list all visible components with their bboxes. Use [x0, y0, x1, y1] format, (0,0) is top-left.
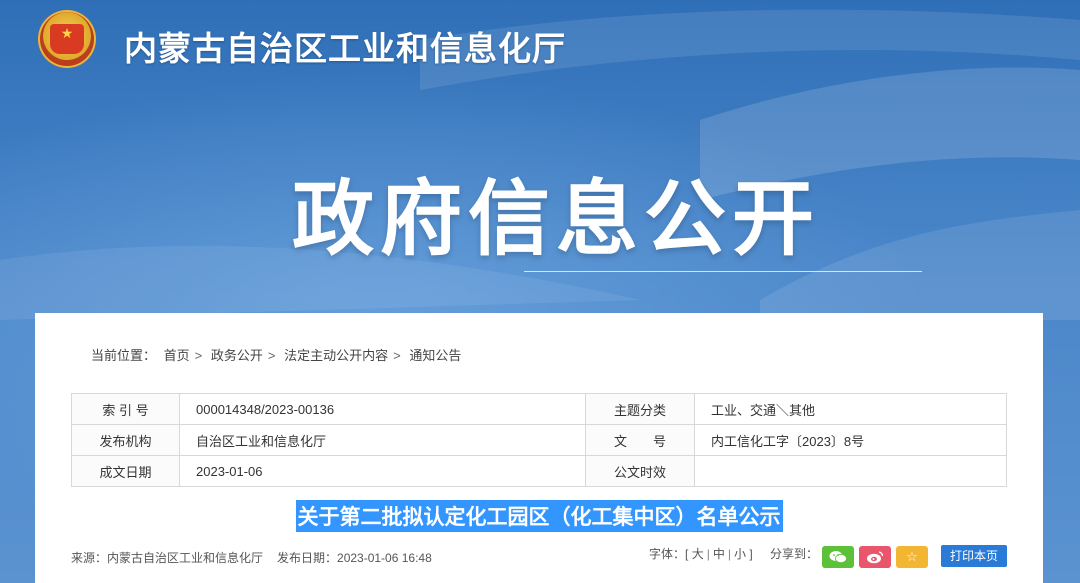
document-title-container: 关于第二批拟认定化工园区（化工集中区）名单公示 [35, 500, 1043, 532]
table-row: 索 引 号 000014348/2023-00136 主题分类 工业、交通＼其他 [71, 393, 1007, 425]
breadcrumb: 当前位置： 首页 > 政务公开 > 法定主动公开内容 > 通知公告 [91, 345, 465, 364]
font-size-separator: | [706, 546, 710, 561]
print-button[interactable]: 打印本页 [941, 545, 1007, 567]
font-size-separator: | [727, 546, 731, 561]
font-size-label: 字体：[ [649, 547, 689, 561]
table-row: 成文日期 2023-01-06 公文时效 [71, 455, 1007, 487]
article-meta: 来源：内蒙古自治区工业和信息化厅 发布日期：2023-01-06 16:48 [71, 549, 432, 566]
font-size-medium-button[interactable]: 中 [713, 545, 725, 562]
breadcrumb-separator: > [267, 348, 276, 363]
hero-divider [524, 271, 922, 272]
meta-value-date: 2023-01-06 [179, 455, 586, 487]
font-size-small-button[interactable]: 小 [734, 545, 746, 562]
meta-value-topic: 工业、交通＼其他 [694, 393, 1007, 425]
content-panel: 当前位置： 首页 > 政务公开 > 法定主动公开内容 > 通知公告 索 引 号 000… [35, 313, 1043, 583]
meta-key-publisher: 发布机构 [71, 424, 180, 456]
meta-key-index: 索 引 号 [71, 393, 180, 425]
meta-value-validity [694, 455, 1007, 487]
emblem-star-icon: ★ [50, 24, 84, 54]
meta-key-validity: 公文时效 [585, 455, 695, 487]
national-emblem-icon: ★ [38, 10, 96, 68]
wechat-icon [829, 551, 847, 564]
font-size-controls: 字体：[ 大 | 中 | 小 ] 分享到： [649, 545, 818, 569]
hero-title: 政府信息公开 [292, 174, 821, 265]
breadcrumb-item-home[interactable]: 首页 [164, 348, 190, 363]
breadcrumb-separator: > [194, 348, 203, 363]
breadcrumb-item-legal-disclosure[interactable]: 法定主动公开内容 [284, 348, 388, 363]
favorite-share-button[interactable]: ☆ [896, 546, 928, 568]
font-size-large-button[interactable]: 大 [692, 545, 704, 562]
meta-key-doc-number: 文 号 [585, 424, 695, 456]
breadcrumb-item-notices[interactable]: 通知公告 [409, 348, 461, 363]
wechat-share-button[interactable] [822, 546, 854, 568]
meta-value-index: 000014348/2023-00136 [179, 393, 586, 425]
site-title[interactable]: 内蒙古自治区工业和信息化厅 [124, 22, 566, 70]
star-icon: ☆ [906, 549, 918, 564]
breadcrumb-item-gov-affairs[interactable]: 政务公开 [211, 348, 263, 363]
meta-key-topic: 主题分类 [585, 393, 695, 425]
weibo-icon [867, 551, 884, 564]
breadcrumb-separator: > [393, 348, 401, 363]
article-publish-date: 发布日期：2023-01-06 16:48 [277, 551, 432, 565]
document-meta-table: 索 引 号 000014348/2023-00136 主题分类 工业、交通＼其他… [71, 393, 1007, 487]
article-source: 来源：内蒙古自治区工业和信息化厅 [71, 551, 264, 565]
share-label: 分享到： [770, 547, 819, 561]
meta-value-doc-number: 内工信化工字〔2023〕8号 [694, 424, 1007, 456]
weibo-share-button[interactable] [859, 546, 891, 568]
document-title[interactable]: 关于第二批拟认定化工园区（化工集中区）名单公示 [295, 500, 783, 532]
meta-key-date: 成文日期 [71, 455, 180, 487]
meta-value-publisher: 自治区工业和信息化厅 [179, 424, 586, 456]
table-row: 发布机构 自治区工业和信息化厅 文 号 内工信化工字〔2023〕8号 [71, 424, 1007, 456]
breadcrumb-label: 当前位置： [91, 348, 157, 363]
font-size-bracket: ] [749, 546, 753, 561]
